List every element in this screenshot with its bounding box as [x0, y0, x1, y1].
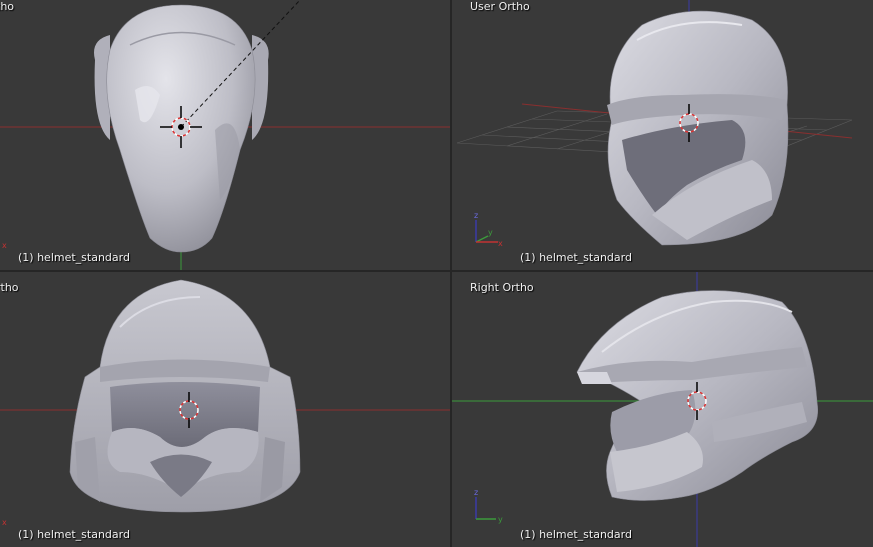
viewport-scene [0, 279, 450, 513]
helmet-mesh[interactable] [576, 290, 819, 501]
svg-text:x: x [2, 241, 7, 248]
viewport-bottom-right[interactable]: Right Ortho z y (1) helmet_standard [452, 272, 873, 547]
axis-gizmo-icon: x [2, 518, 7, 525]
viewport-scene [456, 0, 853, 246]
active-object-label: (1) helmet_standard [520, 528, 632, 541]
svg-text:y: y [488, 228, 493, 237]
helmet-mesh[interactable] [607, 10, 789, 246]
viewport-bottom-left[interactable]: rtho x (1) helmet_standard [0, 272, 450, 547]
viewport-title: tho [0, 0, 15, 13]
viewport-scene [452, 272, 873, 547]
active-object-label: (1) helmet_standard [520, 251, 632, 264]
viewport-title: Right Ortho [470, 281, 534, 294]
svg-text:z: z [474, 211, 478, 220]
helmet-mesh[interactable] [69, 279, 301, 513]
axis-gizmo-icon: z y x [474, 211, 503, 248]
axis-gizmo-icon: x [2, 241, 7, 248]
viewport-title: rtho [0, 281, 19, 294]
active-object-label: (1) helmet_standard [18, 251, 130, 264]
axis-gizmo-icon: z y [474, 488, 503, 524]
viewport-title: User Ortho [470, 0, 530, 13]
svg-text:x: x [2, 518, 7, 525]
viewport-top-left[interactable]: tho x (1) helmet_standard [0, 0, 450, 270]
viewport-scene [0, 0, 450, 270]
svg-text:x: x [498, 239, 503, 248]
svg-text:z: z [474, 488, 478, 497]
active-object-label: (1) helmet_standard [18, 528, 130, 541]
viewport-top-right[interactable]: User Ortho z y x (1) helmet_standard [452, 0, 873, 270]
svg-text:y: y [498, 515, 503, 524]
